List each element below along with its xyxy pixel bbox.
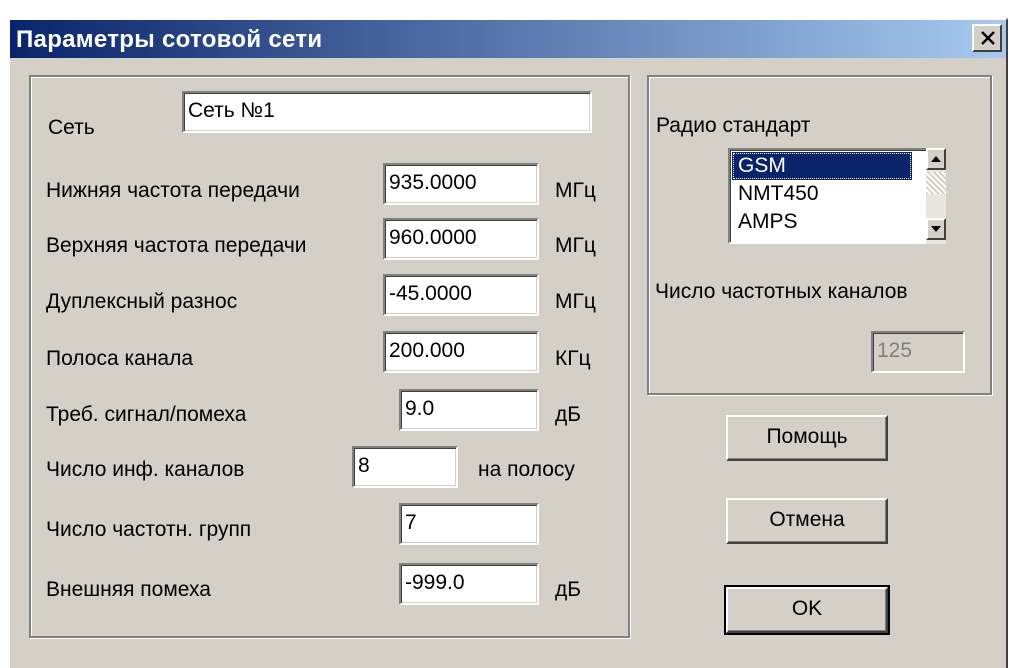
ok-button[interactable]: OK	[724, 585, 890, 635]
channel-bw-label: Полоса канала	[46, 347, 194, 370]
cancel-button[interactable]: Отмена	[726, 498, 888, 544]
info-channels-label: Число инф. каналов	[46, 458, 245, 481]
duplex-unit: МГц	[555, 290, 596, 313]
radio-standard-list[interactable]: GSM NMT450 AMPS	[728, 148, 946, 244]
tx-high-label: Верхняя частота передачи	[46, 234, 307, 257]
duplex-input[interactable]: -45.0000	[383, 274, 539, 316]
freq-channels-label: Число частотных каналов	[655, 280, 908, 303]
info-channels-unit: на полосу	[478, 458, 575, 481]
ext-noise-input[interactable]: -999.0	[399, 563, 539, 605]
close-icon	[981, 31, 995, 45]
radio-standard-label: Радио стандарт	[656, 114, 811, 137]
window-title: Параметры сотовой сети	[16, 26, 323, 53]
scroll-down-button[interactable]	[926, 218, 946, 240]
title-bar[interactable]: Параметры сотовой сети	[10, 20, 1006, 58]
scroll-up-button[interactable]	[926, 148, 946, 170]
network-name-input[interactable]: Сеть №1	[182, 91, 592, 133]
scroll-thumb[interactable]	[926, 172, 946, 194]
freq-groups-input[interactable]: 7	[399, 503, 539, 545]
list-item[interactable]: GSM	[732, 152, 912, 180]
duplex-label: Дуплексный разнос	[46, 290, 238, 313]
info-channels-input[interactable]: 8	[352, 446, 458, 488]
tx-high-input[interactable]: 960.0000	[383, 218, 539, 260]
tx-low-label: Нижняя частота передачи	[46, 179, 300, 202]
snr-label: Треб. сигнал/помеха	[46, 403, 247, 426]
tx-low-input[interactable]: 935.0000	[383, 163, 539, 205]
freq-groups-label: Число частотн. групп	[46, 518, 252, 541]
list-item[interactable]: AMPS	[732, 208, 912, 236]
snr-input[interactable]: 9.0	[399, 389, 539, 431]
close-button[interactable]	[972, 24, 1002, 52]
arrow-up-icon	[931, 156, 941, 162]
snr-unit: дБ	[555, 403, 582, 426]
ext-noise-unit: дБ	[555, 578, 582, 601]
channel-bw-input[interactable]: 200.000	[383, 331, 539, 373]
channel-bw-unit: КГц	[555, 347, 591, 370]
tx-high-unit: МГц	[555, 234, 596, 257]
arrow-down-icon	[931, 226, 941, 232]
list-item[interactable]: NMT450	[732, 180, 912, 208]
help-button[interactable]: Помощь	[726, 415, 888, 461]
network-label: Сеть	[48, 116, 95, 139]
tx-low-unit: МГц	[555, 179, 596, 202]
ext-noise-label: Внешняя помеха	[46, 578, 211, 601]
freq-channels-field: 125	[871, 331, 965, 373]
list-scrollbar[interactable]	[926, 148, 946, 244]
